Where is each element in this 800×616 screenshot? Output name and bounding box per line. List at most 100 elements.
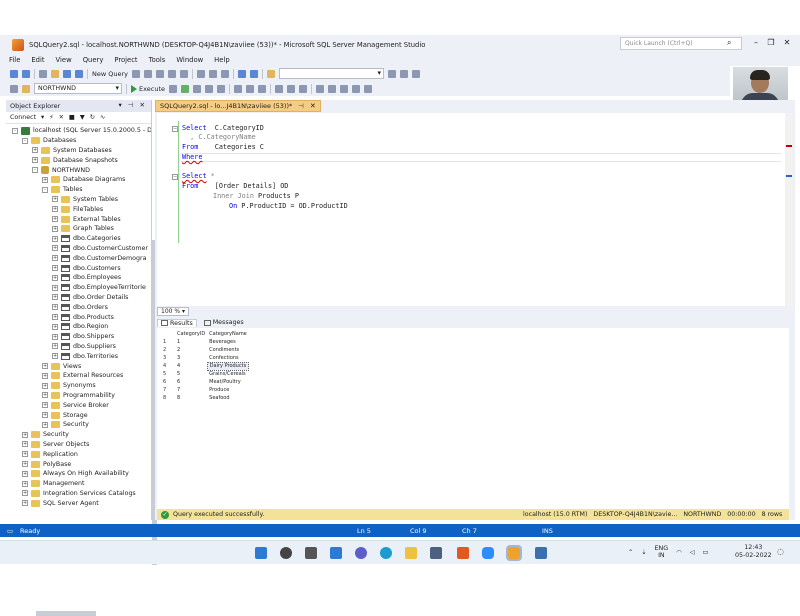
expand-icon[interactable]: + (52, 274, 58, 281)
database-select[interactable]: NORTHWND (34, 83, 122, 94)
expand-icon[interactable]: + (22, 490, 28, 497)
grid-cell[interactable]: 6 (175, 378, 207, 386)
grid-cell[interactable]: Dairy Products (206, 361, 250, 371)
uncomment-icon[interactable] (328, 84, 336, 93)
zoom-select[interactable]: 100 % ▾ (157, 306, 189, 316)
outdent-icon[interactable] (340, 84, 348, 93)
open-file-icon[interactable] (51, 69, 59, 78)
menu-tools[interactable]: Tools (149, 56, 166, 64)
tree-node[interactable]: + dbo.Shippers (52, 332, 114, 342)
expand-icon[interactable]: + (42, 382, 48, 389)
grid-cell[interactable]: 3 (175, 354, 207, 362)
results-to-file-icon[interactable] (299, 84, 307, 93)
expand-icon[interactable]: + (22, 441, 28, 448)
menu-query[interactable]: Query (83, 56, 104, 64)
tree-node[interactable]: + Integration Services Catalogs (22, 489, 136, 499)
tree-node[interactable]: + Security (22, 430, 69, 440)
expand-icon[interactable]: + (42, 372, 48, 379)
query-tab[interactable]: SQLQuery2.sql - lo...J4B1N\zaviiee (53))… (155, 100, 321, 112)
save-all-icon[interactable] (75, 69, 83, 78)
close-tab-icon[interactable]: ✕ (310, 102, 316, 110)
display-plan-icon[interactable] (193, 84, 201, 93)
expand-icon[interactable]: + (32, 157, 38, 164)
expand-icon[interactable]: + (42, 402, 48, 409)
tree-node[interactable]: + dbo.EmployeeTerritorie (52, 283, 146, 293)
grid-cell[interactable]: Meat/Poultry (207, 378, 249, 386)
notification-icon[interactable]: ◌ (777, 547, 784, 556)
start-icon[interactable] (255, 547, 267, 559)
tree-node[interactable]: + PolyBase (22, 459, 71, 469)
column-header[interactable]: CategoryID (175, 330, 207, 338)
expand-icon[interactable]: + (52, 333, 58, 340)
live-stats-icon[interactable] (246, 84, 254, 93)
connect-icon[interactable] (10, 84, 18, 93)
wifi-icon[interactable]: ◠ (676, 549, 682, 556)
app-taskbar-icon[interactable] (535, 547, 547, 559)
search-icon[interactable]: ⌕ (727, 38, 731, 48)
tree-node[interactable]: + Views (42, 361, 81, 371)
table-row[interactable]: 5 5 Grains/Cereals (161, 370, 249, 378)
grid-cell[interactable]: Grains/Cereals (207, 370, 249, 378)
collapse-icon[interactable]: - (32, 167, 38, 174)
forward-icon[interactable] (22, 69, 30, 78)
editor-scrollbar[interactable] (785, 113, 793, 306)
filter-icon[interactable]: ▼ (80, 114, 85, 121)
find-icon[interactable] (267, 69, 275, 78)
edge-icon[interactable] (380, 547, 392, 559)
table-row[interactable]: 1 1 Beverages (161, 338, 249, 346)
expand-icon[interactable]: + (52, 284, 58, 291)
collapse-icon[interactable]: − (172, 126, 178, 132)
grid-cell[interactable]: 4 (175, 362, 207, 370)
expand-icon[interactable]: + (52, 225, 58, 232)
ssms-taskbar-icon[interactable] (506, 545, 522, 561)
tree-node[interactable]: + External Tables (52, 214, 121, 224)
tree-node[interactable]: - NORTHWND (32, 165, 90, 175)
table-row[interactable]: 2 2 Condiments (161, 346, 249, 354)
minimize-icon[interactable]: – (750, 38, 762, 47)
tree-node[interactable]: + dbo.Employees (52, 273, 121, 283)
tree-node[interactable]: + dbo.Orders (52, 302, 108, 312)
disconnect-icon[interactable]: ✕ (59, 114, 64, 121)
network-icon[interactable]: ⇣ (641, 549, 646, 556)
grid-cell[interactable]: Confections (207, 354, 249, 362)
expand-icon[interactable]: + (42, 363, 48, 370)
task-view-icon[interactable] (305, 547, 317, 559)
language-indicator[interactable]: ENG IN (655, 545, 669, 559)
sql-editor[interactable]: − − Select C.CategoryID , C.CategoryName… (157, 113, 793, 306)
tree-node[interactable]: + Security (42, 420, 89, 430)
grid-cell[interactable]: Produce (207, 386, 249, 394)
expand-icon[interactable]: + (22, 470, 28, 477)
tree-node[interactable]: + Server Objects (22, 440, 89, 450)
grid-cell[interactable]: Seafood (207, 394, 249, 402)
expand-icon[interactable]: + (52, 235, 58, 242)
indent-icon[interactable] (352, 84, 360, 93)
tab-messages[interactable]: Messages (201, 319, 247, 326)
tree-node[interactable]: + dbo.Categories (52, 234, 121, 244)
collapse-icon[interactable]: - (22, 137, 28, 144)
expand-icon[interactable]: + (42, 412, 48, 419)
comment-icon[interactable] (316, 84, 324, 93)
db-query-icon[interactable] (132, 69, 140, 78)
menu-view[interactable]: View (56, 56, 72, 64)
tree-node[interactable]: - Tables (42, 185, 83, 195)
grid-cell[interactable]: Beverages (207, 338, 249, 346)
expand-icon[interactable]: + (52, 294, 58, 301)
solution-explorer-icon[interactable] (388, 69, 396, 78)
tree-node[interactable]: - Databases (22, 136, 76, 146)
xmla-query-icon[interactable] (180, 69, 188, 78)
menu-project[interactable]: Project (114, 56, 137, 64)
collapse-icon[interactable]: - (12, 127, 18, 134)
expand-icon[interactable]: + (52, 343, 58, 350)
tree-node[interactable]: + dbo.Suppliers (52, 342, 116, 352)
table-row[interactable]: 4 4 Dairy Products (161, 361, 250, 371)
grid-cell[interactable]: 1 (175, 338, 207, 346)
office-icon[interactable] (457, 547, 469, 559)
tree-node[interactable]: - localhost (SQL Server 15.0.2000.5 - D (12, 126, 151, 136)
battery-icon[interactable]: ▭ (702, 549, 708, 556)
table-row[interactable]: 3 3 Confections (161, 354, 249, 362)
tree-node[interactable]: + External Resources (42, 371, 123, 381)
specify-values-icon[interactable] (364, 84, 372, 93)
menu-edit[interactable]: Edit (31, 56, 44, 64)
activity-monitor-icon[interactable]: ∿ (100, 114, 105, 121)
tree-node[interactable]: + Storage (42, 410, 88, 420)
